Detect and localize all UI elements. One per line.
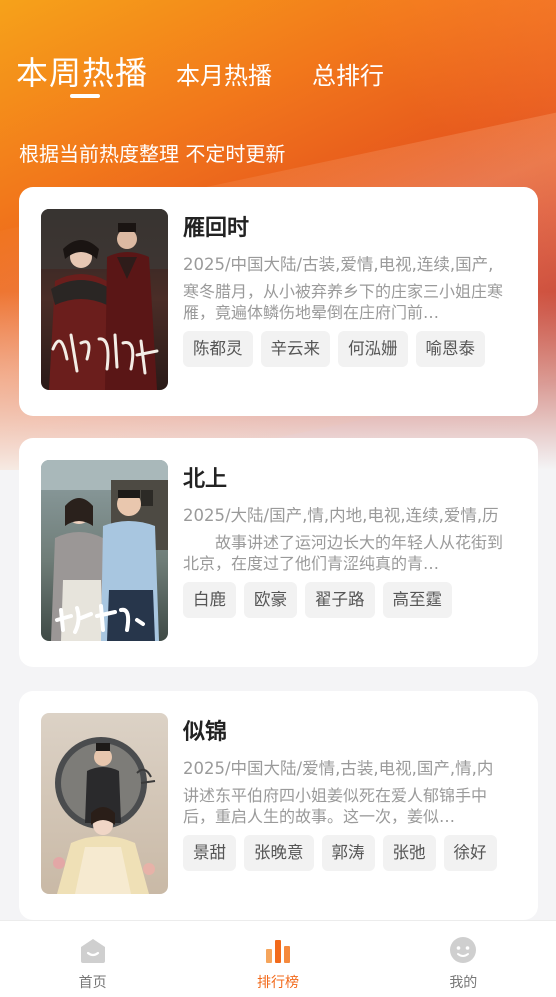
bar-chart-icon (265, 940, 290, 963)
active-tab-indicator (70, 94, 100, 98)
cast-chip[interactable]: 陈都灵 (183, 331, 253, 367)
show-title: 似锦 (183, 720, 228, 745)
cast-list: 陈都灵 辛云来 何泓姗 喻恩泰 (183, 331, 513, 367)
show-meta: 2025/中国大陆/爱情,古装,电视,国产,情,内 (183, 759, 494, 778)
ranking-subtitle: 根据当前热度整理 不定时更新 (19, 142, 286, 166)
show-card[interactable]: 似锦 2025/中国大陆/爱情,古装,电视,国产,情,内 讲述东平伯府四小姐姜似… (19, 691, 538, 920)
nav-profile[interactable]: 我的 (371, 921, 556, 997)
show-description: 故事讲述了运河边长大的年轻人从花街到北京，在度过了他们青涩纯真的青… (183, 533, 504, 573)
nav-label: 首页 (78, 975, 107, 991)
show-card[interactable]: 雁回时 2025/中国大陆/古装,爱情,电视,连续,国产, 寒冬腊月，从小被弃养… (19, 187, 538, 416)
cast-chip[interactable]: 欧豪 (244, 582, 297, 618)
nav-label: 我的 (449, 975, 478, 991)
tab-overall-ranking[interactable]: 总排行 (312, 56, 384, 94)
nav-label: 排行榜 (256, 975, 299, 991)
cast-chip[interactable]: 郭涛 (321, 835, 375, 871)
poster-image (41, 460, 168, 641)
cast-chip[interactable]: 徐好 (443, 835, 497, 871)
cast-list: 白鹿 欧豪 翟子路 高至霆 (183, 582, 513, 618)
cast-chip[interactable]: 喻恩泰 (415, 331, 485, 367)
cast-chip[interactable]: 张弛 (382, 835, 436, 871)
cast-chip[interactable]: 白鹿 (183, 582, 236, 618)
show-description: 寒冬腊月，从小被弃养乡下的庄家三小姐庄寒雁，竟遍体鳞伤地晕倒在庄府门前… (183, 282, 504, 322)
show-card[interactable]: 北上 2025/大陆/国产,情,内地,电视,连续,爱情,历 故事讲述了运河边长大… (19, 438, 538, 667)
home-icon (80, 939, 105, 963)
cast-chip[interactable]: 翟子路 (305, 582, 375, 618)
show-poster[interactable] (41, 460, 168, 641)
cast-chip[interactable]: 高至霆 (382, 582, 452, 618)
profile-face-icon (450, 937, 477, 963)
cast-chip[interactable]: 何泓姗 (338, 331, 408, 367)
tab-monthly-hot[interactable]: 本月热播 (176, 56, 272, 94)
show-list: 雁回时 2025/中国大陆/古装,爱情,电视,连续,国产, 寒冬腊月，从小被弃养… (19, 187, 538, 942)
cast-chip[interactable]: 张晚意 (244, 835, 314, 871)
show-title: 雁回时 (183, 216, 250, 241)
tab-weekly-hot[interactable]: 本周热播 (16, 48, 148, 94)
show-title: 北上 (183, 467, 228, 492)
cast-chip[interactable]: 景甜 (183, 835, 236, 871)
show-meta: 2025/中国大陆/古装,爱情,电视,连续,国产, (183, 255, 494, 274)
ranking-tabs: 本周热播 本月热播 总排行 (16, 48, 384, 98)
show-poster[interactable] (41, 209, 168, 390)
nav-home[interactable]: 首页 (0, 921, 185, 997)
cast-list: 景甜 张晚意 郭涛 张弛 徐好 (183, 835, 513, 871)
show-poster[interactable] (41, 713, 168, 894)
show-description: 讲述东平伯府四小姐姜似死在爱人郁锦手中后，重启人生的故事。这一次，姜似… (183, 786, 488, 826)
cast-chip[interactable]: 辛云来 (260, 331, 330, 367)
poster-image (41, 713, 168, 894)
show-meta: 2025/大陆/国产,情,内地,电视,连续,爱情,历 (183, 506, 499, 525)
poster-image (41, 209, 168, 390)
nav-ranking[interactable]: 排行榜 (185, 921, 370, 997)
bottom-navigation: 首页 排行榜 我的 (0, 920, 556, 997)
